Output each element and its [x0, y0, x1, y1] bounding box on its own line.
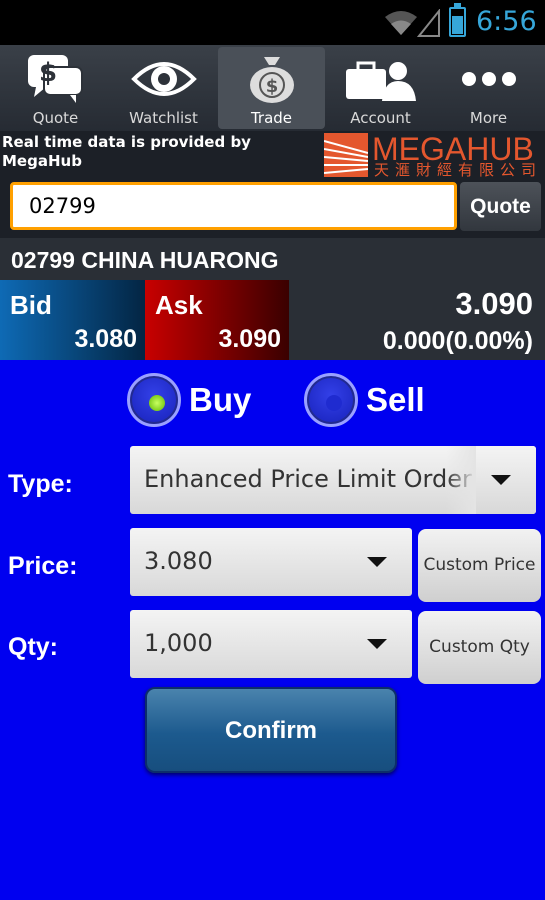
megahub-logo-mark [324, 133, 368, 177]
qty-select[interactable]: 1,000 [130, 610, 412, 678]
type-label: Type: [8, 470, 73, 498]
buy-radio-circle[interactable] [127, 373, 181, 427]
data-provider-banner: Real time data is provided by MegaHub ME… [0, 131, 545, 181]
battery-icon [449, 3, 466, 37]
price-select[interactable]: 3.080 [130, 528, 412, 596]
provider-text: Real time data is provided by MegaHub [2, 133, 251, 170]
ask-value: 3.090 [218, 325, 281, 353]
tab-trade[interactable]: $ Trade [218, 47, 325, 129]
status-bar: 6:56 [0, 0, 545, 45]
buy-label: Buy [189, 381, 252, 418]
qty-value: 1,000 [144, 629, 213, 657]
order-type-select[interactable]: Enhanced Price Limit Order [130, 446, 536, 514]
tab-account[interactable]: Account [327, 47, 434, 129]
signal-icon [417, 9, 440, 37]
svg-text:$: $ [265, 76, 278, 97]
clock: 6:56 [476, 6, 537, 37]
svg-text:$: $ [38, 58, 56, 88]
quote-row: Bid 3.080 Ask 3.090 3.090 0.000(0.00%) [0, 280, 545, 360]
quote-button[interactable]: Quote [460, 182, 541, 231]
chevron-down-icon [367, 557, 387, 567]
confirm-button[interactable]: Confirm [145, 687, 397, 773]
chevron-down-icon [491, 475, 511, 485]
ask-label: Ask [155, 290, 203, 320]
chevron-down-icon [367, 639, 387, 649]
tab-bar: $ Quote Watchlist $ Trade Account More [0, 45, 545, 131]
more-dots-icon [461, 72, 516, 86]
account-briefcase-icon [345, 61, 416, 101]
bid-label: Bid [10, 290, 52, 320]
last-price: 3.090 [455, 286, 533, 321]
price-value: 3.080 [144, 547, 213, 575]
stock-header: 02799 CHINA HUARONG [0, 238, 545, 280]
custom-qty-button[interactable]: Custom Qty [418, 611, 541, 684]
bid-value: 3.080 [74, 325, 137, 353]
wifi-icon [385, 11, 417, 35]
tab-more[interactable]: More [435, 47, 542, 129]
tab-quote[interactable]: $ Quote [2, 47, 109, 129]
megahub-logo: MEGAHUB 天滙財經有限公司 [322, 131, 545, 179]
stock-title: 02799 CHINA HUARONG [11, 247, 279, 273]
stock-code-input[interactable] [10, 182, 457, 230]
money-bag-icon: $ [249, 57, 294, 103]
order-type-value: Enhanced Price Limit Order [144, 465, 472, 493]
search-row: Quote [0, 181, 545, 238]
price-label: Price: [8, 552, 78, 580]
qty-label: Qty: [8, 633, 58, 661]
custom-price-button[interactable]: Custom Price [418, 529, 541, 602]
radio-selected-dot [149, 395, 165, 411]
tab-watchlist[interactable]: Watchlist [110, 47, 217, 129]
buy-radio[interactable]: Buy [127, 373, 257, 429]
sell-radio[interactable]: Sell [304, 373, 434, 429]
eye-icon [130, 62, 197, 96]
logo-chinese: 天滙財經有限公司 [374, 161, 543, 179]
ask-box: Ask 3.090 [145, 280, 289, 360]
bid-box: Bid 3.080 [0, 280, 145, 360]
sell-radio-circle[interactable] [304, 373, 358, 427]
radio-unselected-dot [326, 395, 342, 411]
quote-speech-icon: $ [27, 55, 83, 103]
dropdown-fade [446, 446, 476, 514]
sell-label: Sell [366, 381, 425, 418]
price-change: 0.000(0.00%) [382, 327, 533, 355]
